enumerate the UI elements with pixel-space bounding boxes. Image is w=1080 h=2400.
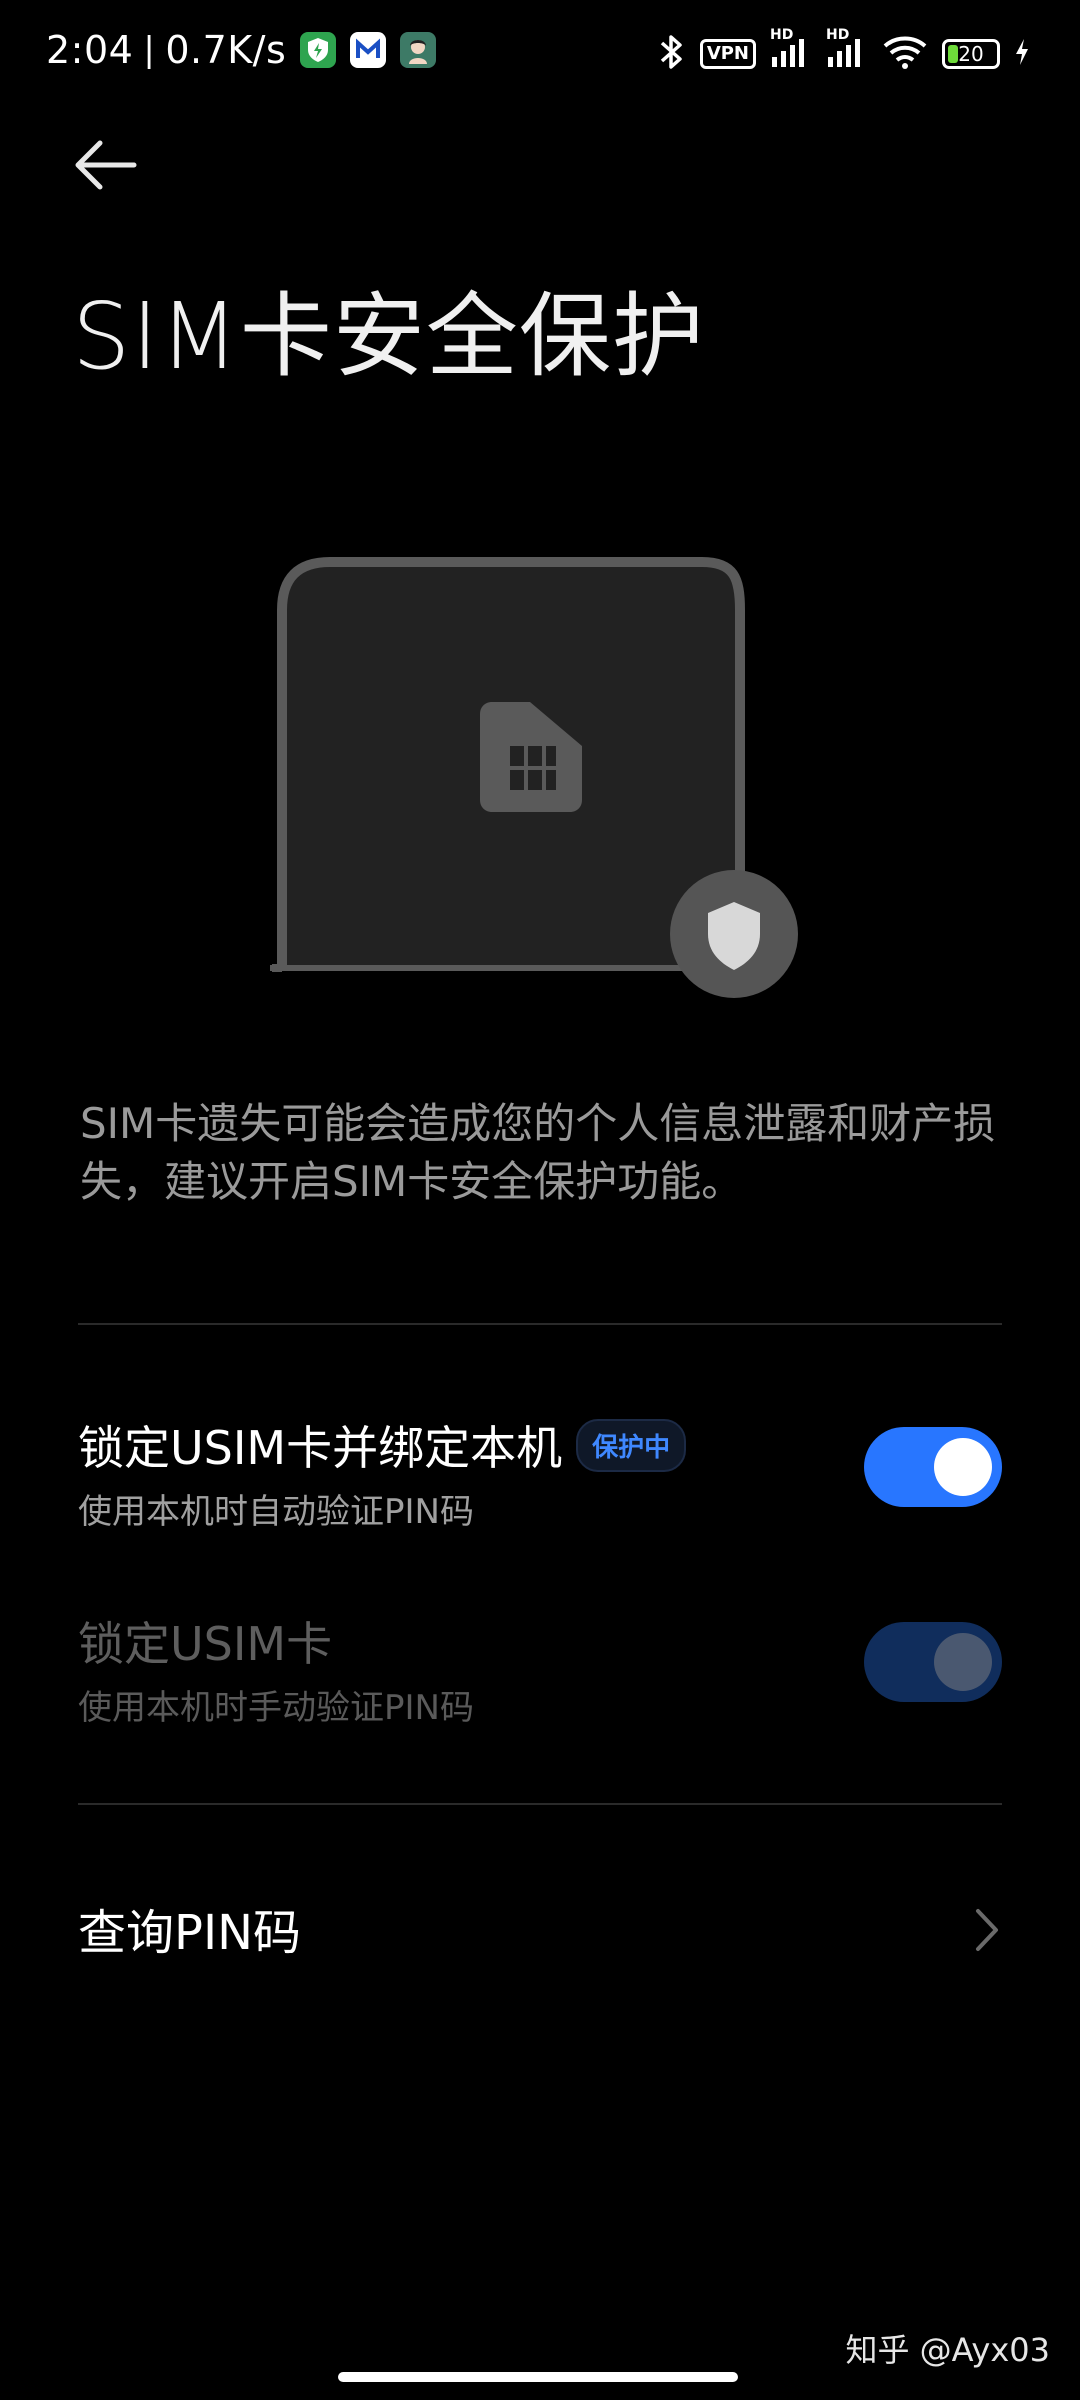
lock-usim-bind-device-toggle[interactable] [864,1427,1002,1507]
lock-usim-row: 锁定USIM卡 使用本机时手动验证PIN码 [78,1608,1002,1728]
network-speed: 0.7K/s [165,28,287,72]
vpn-icon: VPN [699,39,756,69]
setting-subtitle: 使用本机时自动验证PIN码 [78,1492,474,1532]
status-badge: 保护中 [576,1418,687,1472]
sim-protection-illustration [260,520,830,1020]
status-bar: 2:04 | 0.7K/s VPN HD HD 20 [0,0,1080,110]
home-indicator[interactable] [338,2372,738,2382]
setting-title: 锁定USIM卡并绑定本机 [78,1421,563,1475]
page-title: SIM卡安全保护 [72,283,705,390]
watermark: 知乎 @Ayx03 [845,2331,1051,2369]
signal-icon: HD [770,27,812,73]
back-button[interactable] [70,135,160,205]
status-divider: | [143,30,156,70]
query-pin-row[interactable]: 查询PIN码 [78,1893,1002,1969]
battery-icon: 20 [942,39,1000,69]
shield-app-icon [300,32,337,68]
setting-title: 锁定USIM卡 [78,1617,333,1671]
avatar-app-icon [400,32,437,68]
status-bar-left: 2:04 | 0.7K/s [46,28,437,72]
battery-level: 20 [958,42,984,66]
chevron-right-icon [976,1909,998,1951]
hd-label: HD [770,27,794,43]
setting-subtitle: 使用本机时手动验证PIN码 [78,1688,474,1728]
charging-icon [1014,37,1030,71]
toggle-knob [934,1438,992,1496]
section-divider [78,1323,1002,1325]
hd-label: HD [826,27,850,43]
signal-icon: HD [826,27,868,73]
lock-usim-toggle [864,1622,1002,1702]
description-text: SIM卡遗失可能会造成您的个人信息泄露和财产损失，建议开启SIM卡安全保护功能。 [80,1099,996,1206]
section-divider [78,1803,1002,1805]
bluetooth-icon [656,32,686,76]
lock-usim-bind-device-row[interactable]: 锁定USIM卡并绑定本机 保护中 使用本机时自动验证PIN码 [78,1412,1002,1532]
query-pin-label: 查询PIN码 [78,1905,302,1961]
toggle-knob [934,1633,992,1691]
mail-app-icon [350,32,387,68]
status-bar-right: VPN HD HD 20 [656,27,1030,76]
back-arrow-icon [75,140,137,190]
wifi-icon [882,34,928,74]
status-time: 2:04 [46,28,134,72]
